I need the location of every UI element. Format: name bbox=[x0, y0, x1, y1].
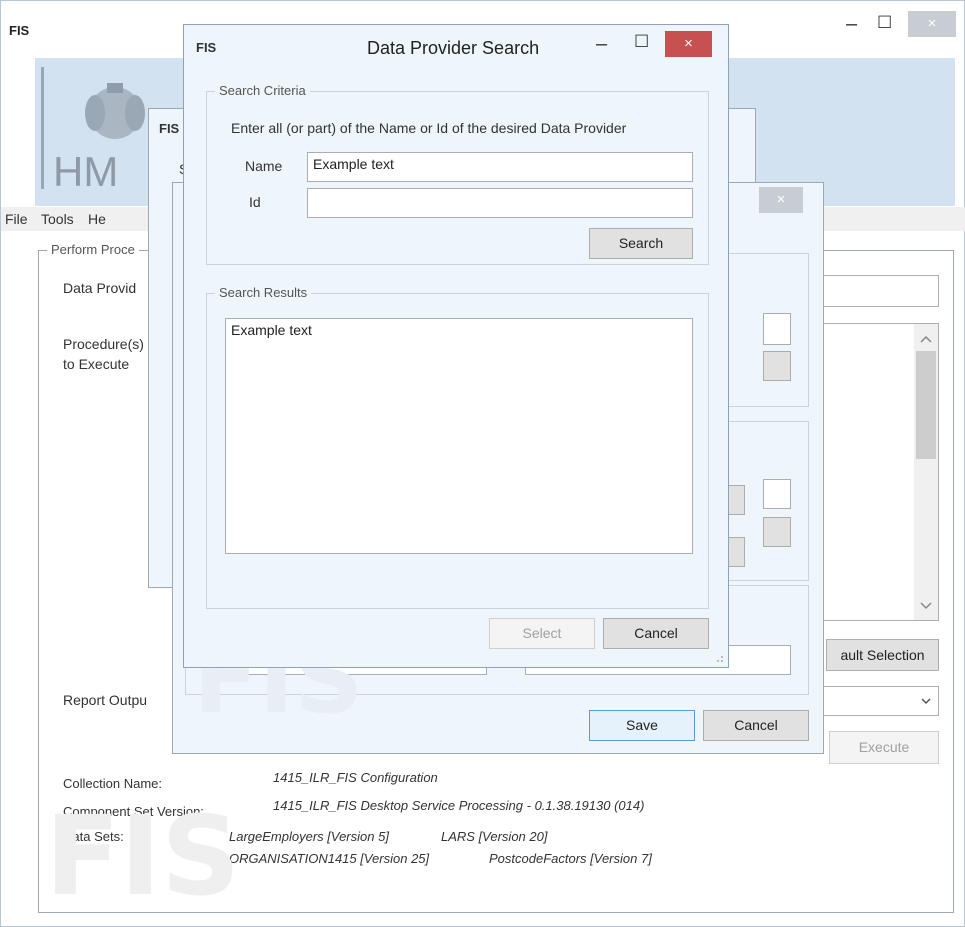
small-button-1[interactable] bbox=[727, 485, 745, 515]
right-button-1[interactable] bbox=[763, 351, 791, 381]
data-set-item: LargeEmployers [Version 5] bbox=[229, 829, 389, 844]
right-button-2[interactable] bbox=[763, 517, 791, 547]
chevron-down-icon[interactable] bbox=[920, 602, 932, 610]
minimize-icon[interactable]: – bbox=[846, 13, 857, 36]
search-criteria-group: Search Criteria Enter all (or part) of t… bbox=[206, 83, 709, 265]
right-field-2[interactable] bbox=[763, 479, 791, 509]
dialog-title: Data Provider Search bbox=[367, 38, 540, 58]
component-set-value: 1415_ILR_FIS Desktop Service Processing … bbox=[273, 798, 645, 813]
id-label: Id bbox=[249, 194, 261, 210]
menu-file[interactable]: File bbox=[5, 211, 28, 227]
procedures-label: Procedure(s) bbox=[63, 336, 144, 352]
main-title: FIS bbox=[9, 23, 30, 38]
collection-name-label: Collection Name: bbox=[63, 776, 162, 791]
execute-button[interactable]: Execute bbox=[829, 731, 939, 764]
search-results-group: Search Results Example text bbox=[206, 285, 709, 609]
chevron-up-icon[interactable] bbox=[920, 335, 932, 343]
procedures-label-2: to Execute bbox=[63, 356, 130, 372]
chevron-down-icon[interactable] bbox=[921, 698, 931, 705]
right-field-1[interactable] bbox=[763, 313, 791, 345]
instruction-text: Enter all (or part) of the Name or Id of… bbox=[231, 120, 627, 136]
name-label: Name bbox=[245, 158, 283, 174]
scrollbar-thumb[interactable] bbox=[916, 351, 936, 459]
maximize-icon[interactable]: ☐ bbox=[877, 13, 892, 33]
id-field[interactable] bbox=[307, 188, 693, 218]
minimize-icon[interactable]: – bbox=[596, 33, 607, 56]
maximize-icon[interactable]: ☐ bbox=[634, 32, 649, 52]
search-results-legend: Search Results bbox=[215, 285, 312, 300]
middle-title: FIS bbox=[159, 121, 180, 136]
search-button[interactable]: Search bbox=[589, 228, 693, 259]
select-button[interactable]: Select bbox=[489, 618, 595, 649]
data-provider-field[interactable] bbox=[821, 275, 939, 307]
resize-grip-icon[interactable] bbox=[714, 653, 724, 663]
data-set-item: LARS [Version 20] bbox=[441, 829, 548, 844]
data-provider-search-dialog: FIS Data Provider Search – ☐ × Search Cr… bbox=[183, 24, 729, 668]
close-icon[interactable]: × bbox=[759, 187, 803, 213]
search-criteria-legend: Search Criteria bbox=[215, 83, 310, 98]
cancel-button[interactable]: Cancel bbox=[703, 710, 809, 741]
search-results-list[interactable]: Example text bbox=[225, 318, 693, 554]
name-field[interactable]: Example text bbox=[307, 152, 693, 182]
small-button-2[interactable] bbox=[727, 537, 745, 567]
dialog-app-title: FIS bbox=[196, 40, 217, 55]
menu-help[interactable]: He bbox=[88, 211, 106, 227]
close-icon[interactable]: × bbox=[908, 11, 956, 37]
cancel-button[interactable]: Cancel bbox=[603, 618, 709, 649]
report-output-label: Report Outpu bbox=[63, 692, 148, 708]
save-button[interactable]: Save bbox=[589, 710, 695, 741]
data-set-item: ORGANISATION1415 [Version 25] bbox=[229, 851, 430, 866]
menu-tools[interactable]: Tools bbox=[41, 211, 74, 227]
data-set-item: PostcodeFactors [Version 7] bbox=[489, 851, 652, 866]
collection-name-value: 1415_ILR_FIS Configuration bbox=[273, 770, 438, 785]
perform-procedures-legend: Perform Proce bbox=[47, 242, 139, 257]
watermark: FIS bbox=[45, 792, 241, 920]
logo-text: HM bbox=[53, 148, 119, 195]
logo-divider bbox=[41, 67, 44, 189]
close-icon[interactable]: × bbox=[665, 31, 712, 57]
data-provider-label: Data Provid bbox=[63, 280, 137, 296]
list-item[interactable]: Example text bbox=[231, 322, 687, 338]
default-selection-button[interactable]: ault Selection bbox=[826, 639, 939, 671]
